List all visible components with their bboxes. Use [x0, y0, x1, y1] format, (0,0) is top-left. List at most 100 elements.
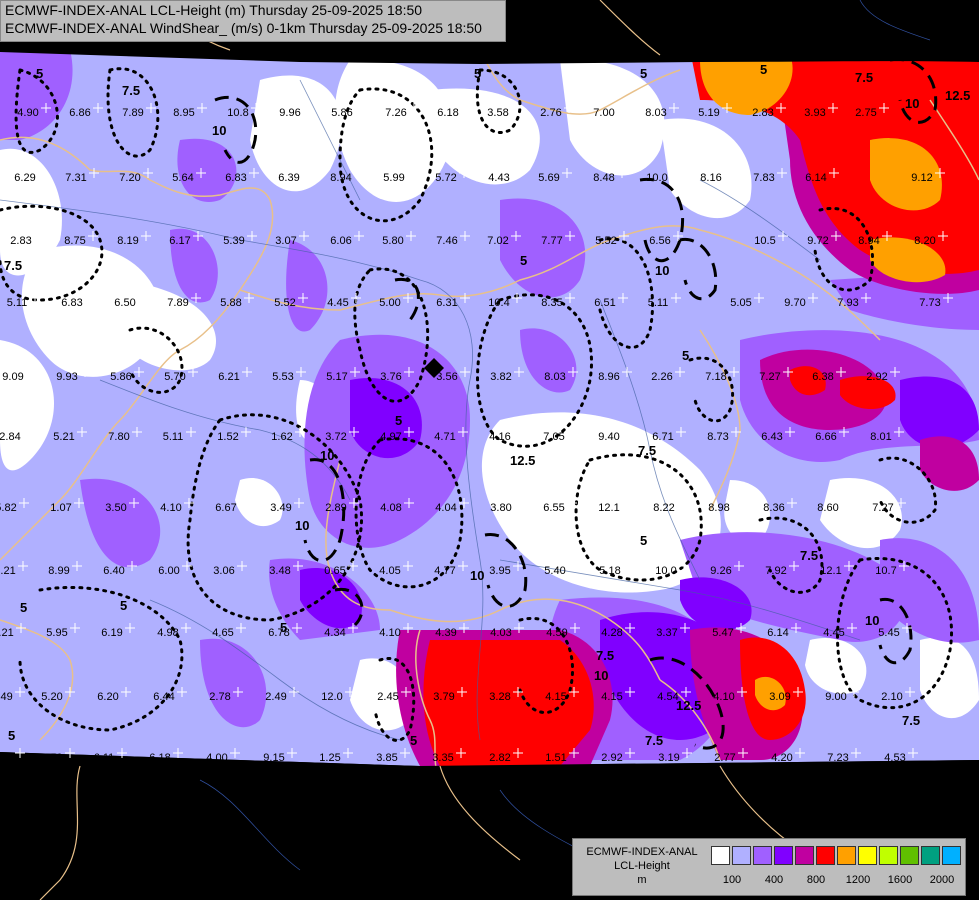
shear-value-label: 6.39 — [278, 172, 299, 184]
contour-label: 7.5 — [645, 733, 663, 748]
contour-label: 10 — [470, 568, 484, 583]
shear-value-label: 5.95 — [46, 627, 67, 639]
shear-value-label: 2.45 — [377, 691, 398, 703]
shear-value-label: 4.34 — [324, 627, 345, 639]
contour-label: 7.5 — [800, 548, 818, 563]
shear-value-label: 5.11 — [648, 297, 669, 309]
contour-label: 10 — [320, 448, 334, 463]
shear-value-label: 5.88 — [220, 297, 241, 309]
legend-swatch — [942, 846, 961, 865]
shear-value-label: 5.11 — [163, 431, 184, 443]
shear-value-label: 2.75 — [855, 107, 876, 119]
shear-value-label: 3.56 — [436, 371, 457, 383]
legend-title-model: ECMWF-INDEX-ANAL — [586, 846, 698, 858]
shear-value-label: 5.86 — [331, 107, 352, 119]
shear-value-label: 6.71 — [652, 431, 673, 443]
contour-label: 7.5 — [596, 648, 614, 663]
shear-value-label: 7.23 — [827, 752, 848, 764]
shear-value-label: 5.69 — [538, 172, 559, 184]
shear-value-label: 7.89 — [122, 107, 143, 119]
shear-value-label: 10.8 — [227, 107, 248, 119]
legend-panel: ECMWF-INDEX-ANAL LCL-Height m 100 400 800 1… — [572, 838, 966, 896]
shear-value-label: 8.73 — [707, 431, 728, 443]
legend-title: ECMWF-INDEX-ANAL LCL-Height m — [577, 845, 707, 887]
shear-value-label: 9.40 — [598, 431, 619, 443]
shear-value-label: 5.19 — [698, 107, 719, 119]
shear-value-label: 9.00 — [825, 691, 846, 703]
shear-value-label: 6.00 — [158, 565, 179, 577]
shear-value-label: 6.40 — [103, 565, 124, 577]
shear-value-label: 7.46 — [436, 235, 457, 247]
shear-value-label: 4.16 — [489, 431, 510, 443]
header-title-windshear: ECMWF-INDEX-ANAL WindShear_ (m/s) 0-1km … — [5, 20, 482, 36]
shear-value-label: 3.72 — [325, 431, 346, 443]
shear-value-label: 12.1 — [820, 565, 841, 577]
shear-value-label: 9.15 — [263, 752, 284, 764]
shear-value-label: 2.82 — [489, 752, 510, 764]
legend-tick-label: 1600 — [887, 874, 913, 886]
shear-value-label: 2.78 — [209, 691, 230, 703]
shear-value-label: 2.89 — [325, 502, 346, 514]
shear-value-label: 4.04 — [435, 502, 456, 514]
shear-value-label: 10.4 — [488, 297, 509, 309]
shear-value-label: 8.22 — [653, 502, 674, 514]
shear-value-label: 3.37 — [656, 627, 677, 639]
legend-swatch — [879, 846, 898, 865]
contour-label: 10 — [212, 123, 226, 138]
shear-value-label: 5.72 — [435, 172, 456, 184]
shear-value-label: 5.99 — [383, 172, 404, 184]
legend-tick-label: 2000 — [929, 874, 955, 886]
header-panel: ECMWF-INDEX-ANAL LCL-Height (m) Thursday… — [0, 0, 506, 42]
contour-label: 12.5 — [510, 453, 535, 468]
lcl-height-field — [0, 45, 979, 766]
shear-value-label: 2.10 — [881, 691, 902, 703]
contour-label: 12.5 — [676, 698, 701, 713]
shear-value-label: 5.11 — [7, 297, 28, 309]
shear-value-label: 3.95 — [489, 565, 510, 577]
shear-value-label: 8.01 — [870, 431, 891, 443]
contour-label: 10 — [905, 96, 919, 111]
contour-label: 7.5 — [4, 258, 22, 273]
shear-value-label: 5.05 — [730, 297, 751, 309]
contour-label: 5 — [640, 66, 647, 81]
legend-swatch — [753, 846, 772, 865]
shear-value-label: 0.65 — [324, 565, 345, 577]
shear-value-label: 6.83 — [225, 172, 246, 184]
shear-value-label: 7.31 — [65, 172, 86, 184]
legend-swatch — [858, 846, 877, 865]
shear-value-label: 4.00 — [206, 752, 227, 764]
shear-value-label: 6.14 — [805, 172, 826, 184]
contour-label: 7.5 — [902, 713, 920, 728]
shear-value-label: 2.83 — [10, 235, 31, 247]
shear-value-label: 3.76 — [380, 371, 401, 383]
contour-label: 5 — [410, 733, 417, 748]
shear-value-label: 2.53 — [0, 752, 13, 764]
shear-value-label: 6.66 — [815, 431, 836, 443]
shear-value-label: 6.14 — [767, 627, 788, 639]
shear-value-label: 9.12 — [911, 172, 932, 184]
contour-label: 10 — [594, 668, 608, 683]
shear-value-label: 5.64 — [172, 172, 193, 184]
shear-value-label: 2.77 — [714, 752, 735, 764]
shear-value-label: 4.10 — [713, 691, 734, 703]
shear-value-label: 7.92 — [765, 565, 786, 577]
legend-tick-label: 800 — [806, 874, 826, 886]
shear-value-label: 7.93 — [837, 297, 858, 309]
legend-title-parameter: LCL-Height — [614, 860, 670, 872]
shear-value-label: 4.98 — [157, 627, 178, 639]
shear-value-label: 4.15 — [601, 691, 622, 703]
shear-value-label: 2.83 — [752, 107, 773, 119]
legend-title-unit: m — [637, 874, 647, 886]
contour-label: 5 — [474, 66, 481, 81]
shear-value-label: 4.39 — [435, 627, 456, 639]
shear-value-label: 1.25 — [319, 752, 340, 764]
legend-ticks: 100 400 800 1200 1600 2000 — [711, 874, 961, 888]
contour-label: 5 — [280, 620, 287, 635]
shear-value-label: 8.94 — [858, 235, 879, 247]
shear-value-label: 9.09 — [2, 371, 23, 383]
shear-value-label: 4.05 — [379, 565, 400, 577]
shear-value-label: 5.18 — [599, 565, 620, 577]
shear-value-label: 5.47 — [712, 627, 733, 639]
shear-value-label: 8.19 — [117, 235, 138, 247]
contour-label: 7.5 — [638, 443, 656, 458]
